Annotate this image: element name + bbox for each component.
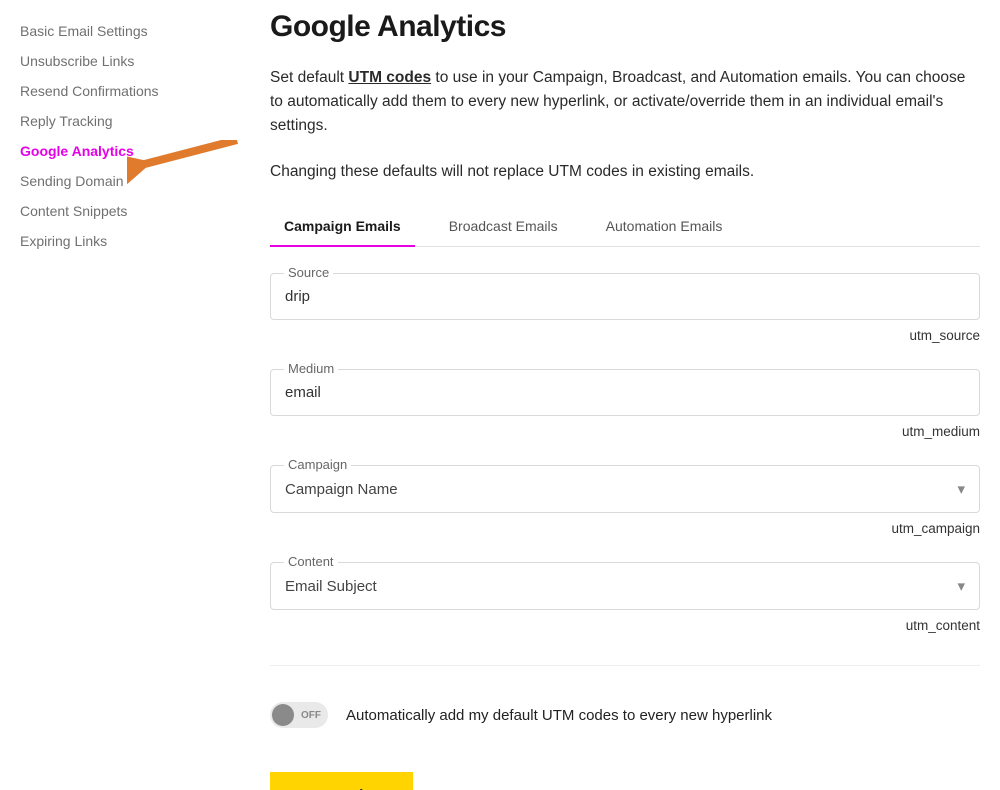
sidebar-item-sending-domain[interactable]: Sending Domain xyxy=(20,166,210,196)
content-select[interactable]: Email Subject ▾ xyxy=(270,562,980,610)
tab-automation-emails[interactable]: Automation Emails xyxy=(606,206,723,246)
toggle-state-label: OFF xyxy=(301,710,321,721)
sidebar-item-expiring-links[interactable]: Expiring Links xyxy=(20,226,210,256)
auto-utm-toggle[interactable]: OFF xyxy=(270,702,328,728)
campaign-select[interactable]: Campaign Name ▾ xyxy=(270,465,980,513)
source-input[interactable] xyxy=(270,273,980,320)
sidebar-item-google-analytics[interactable]: Google Analytics xyxy=(20,136,210,166)
campaign-field: Campaign Campaign Name ▾ utm_campaign xyxy=(270,465,980,536)
chevron-down-icon: ▾ xyxy=(957,480,965,498)
campaign-label: Campaign xyxy=(284,457,351,472)
sidebar-item-content-snippets[interactable]: Content Snippets xyxy=(20,196,210,226)
tab-campaign-emails[interactable]: Campaign Emails xyxy=(284,206,401,246)
medium-helper: utm_medium xyxy=(270,424,980,439)
utm-codes-link[interactable]: UTM codes xyxy=(348,69,431,86)
content-field: Content Email Subject ▾ utm_content xyxy=(270,562,980,633)
chevron-down-icon: ▾ xyxy=(957,577,965,595)
page-description: Set default UTM codes to use in your Cam… xyxy=(270,66,980,138)
save-settings-button[interactable]: Save Settings xyxy=(270,772,413,790)
sidebar-item-resend-confirmations[interactable]: Resend Confirmations xyxy=(20,76,210,106)
sidebar-item-basic-email-settings[interactable]: Basic Email Settings xyxy=(20,16,210,46)
medium-input[interactable] xyxy=(270,369,980,416)
content-helper: utm_content xyxy=(270,618,980,633)
source-helper: utm_source xyxy=(270,328,980,343)
campaign-helper: utm_campaign xyxy=(270,521,980,536)
auto-utm-toggle-row: OFF Automatically add my default UTM cod… xyxy=(270,665,980,728)
medium-field: Medium utm_medium xyxy=(270,369,980,439)
campaign-select-value: Campaign Name xyxy=(285,481,398,498)
source-field: Source utm_source xyxy=(270,273,980,343)
sidebar-item-reply-tracking[interactable]: Reply Tracking xyxy=(20,106,210,136)
page-note: Changing these defaults will not replace… xyxy=(270,160,980,184)
auto-utm-toggle-label: Automatically add my default UTM codes t… xyxy=(346,707,772,724)
main-panel: Google Analytics Set default UTM codes t… xyxy=(210,0,1000,790)
toggle-knob xyxy=(272,704,294,726)
settings-sidebar: Basic Email Settings Unsubscribe Links R… xyxy=(0,0,210,790)
page-title: Google Analytics xyxy=(270,10,980,44)
source-label: Source xyxy=(284,265,333,280)
content-select-value: Email Subject xyxy=(285,578,377,595)
medium-label: Medium xyxy=(284,361,338,376)
email-type-tabs: Campaign Emails Broadcast Emails Automat… xyxy=(270,206,980,247)
content-label: Content xyxy=(284,554,338,569)
sidebar-item-unsubscribe-links[interactable]: Unsubscribe Links xyxy=(20,46,210,76)
tab-broadcast-emails[interactable]: Broadcast Emails xyxy=(449,206,558,246)
